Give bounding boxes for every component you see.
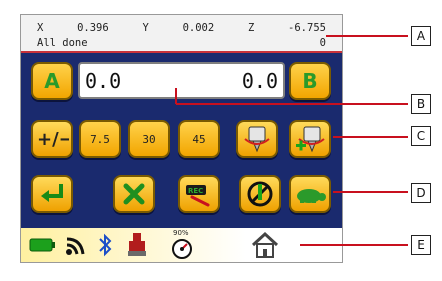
battery-icon <box>29 238 55 252</box>
status-bar: X 0.396 Y 0.002 Z -6.755 All done 0 <box>21 15 342 53</box>
speed-percent: 90% <box>173 229 189 237</box>
callout-c: C <box>411 126 431 146</box>
cancel-x-icon <box>123 183 145 205</box>
angle-button-1[interactable]: 7.5 <box>79 120 121 158</box>
cancel-button[interactable] <box>113 175 155 213</box>
turtle-icon <box>297 189 326 203</box>
value-left: 0.0 <box>85 68 122 93</box>
x-label: X <box>37 22 44 34</box>
speed-gauge-icon <box>172 239 192 259</box>
spindle-rotate-button[interactable] <box>236 120 278 158</box>
angle-button-2[interactable]: 30 <box>128 120 170 158</box>
coordinates-row: X 0.396 Y 0.002 Z -6.755 <box>37 21 326 35</box>
callout-d-arrow <box>333 191 408 193</box>
angle-button-3-label: 45 <box>192 132 206 146</box>
y-value: 0.002 <box>182 22 215 34</box>
callout-a: A <box>411 26 431 46</box>
y-label: Y <box>142 22 149 34</box>
enter-arrow-icon <box>41 184 63 202</box>
enter-button[interactable] <box>31 175 73 213</box>
home-button[interactable] <box>249 229 281 261</box>
a-button-label: A <box>44 69 60 93</box>
spindle-rotate-icon <box>244 126 270 153</box>
bluetooth-icon <box>99 233 112 257</box>
callout-b-arrow <box>176 103 408 105</box>
spindle-status-icon <box>128 233 146 256</box>
home-icon <box>251 231 279 258</box>
record-label: REC <box>188 187 203 195</box>
plus-minus-icon: +/− <box>37 129 69 150</box>
message-row: All done 0 <box>37 36 326 50</box>
z-label: Z <box>247 22 255 34</box>
slow-mode-button[interactable] <box>289 175 331 213</box>
callout-a-arrow <box>326 35 408 37</box>
callout-e: E <box>411 235 431 255</box>
wifi-signal-icon <box>66 237 85 255</box>
value-display[interactable]: 0.0 0.0 <box>78 62 285 99</box>
sign-toggle-button[interactable]: +/− <box>31 120 73 158</box>
callout-b-stem <box>175 88 177 104</box>
device-screen: X 0.396 Y 0.002 Z -6.755 All done 0 A 0.… <box>20 14 343 263</box>
probe-stop-icon <box>247 181 273 207</box>
callout-e-arrow <box>300 244 408 246</box>
x-value: 0.396 <box>77 22 109 34</box>
callout-c-arrow <box>333 136 408 138</box>
status-count: 0 <box>319 37 326 49</box>
b-button[interactable]: B <box>289 62 331 100</box>
probe-stop-button[interactable] <box>239 175 281 213</box>
callout-b: B <box>411 94 431 114</box>
record-button[interactable]: REC <box>178 175 220 213</box>
spindle-add-button[interactable] <box>289 120 331 158</box>
value-right: 0.0 <box>241 68 278 93</box>
b-button-label: B <box>302 69 318 93</box>
footer-bar: 90% <box>21 228 342 262</box>
spindle-add-icon <box>296 126 325 153</box>
z-value: -6.755 <box>288 22 326 34</box>
angle-button-3[interactable]: 45 <box>178 120 220 158</box>
callout-d: D <box>411 183 431 203</box>
svg-text:+/−: +/− <box>37 129 69 150</box>
angle-button-2-label: 30 <box>142 132 156 146</box>
record-icon: REC <box>186 185 210 207</box>
angle-button-1-label: 7.5 <box>90 132 110 146</box>
a-button[interactable]: A <box>31 62 73 100</box>
status-message: All done <box>37 37 88 49</box>
status-divider <box>21 51 342 53</box>
